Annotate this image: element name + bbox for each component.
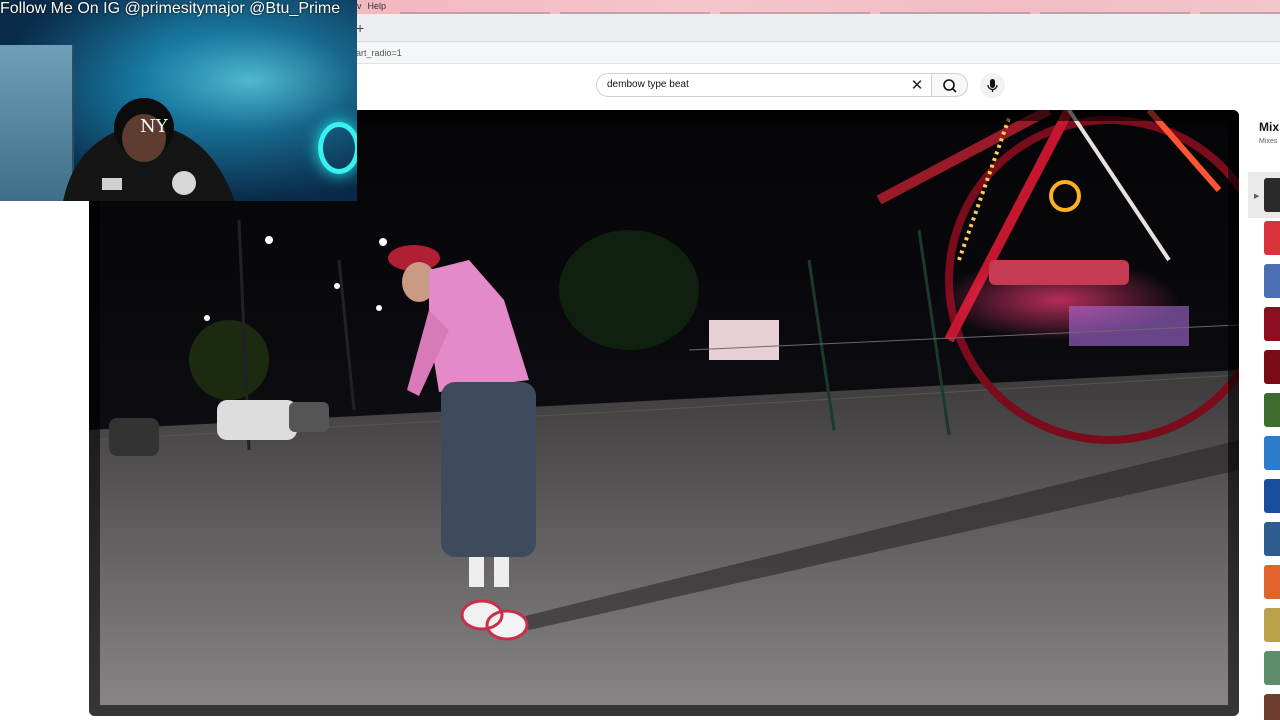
menu-item-view[interactable]: v bbox=[357, 1, 362, 11]
address-url[interactable]: art_radio=1 bbox=[356, 48, 402, 58]
screen: v Help + art_radio=1 dembow type beat ✕ bbox=[0, 0, 1280, 720]
playlist-thumbnail[interactable] bbox=[1264, 350, 1280, 384]
playlist-thumbnail[interactable] bbox=[1264, 479, 1280, 513]
playlist-thumbnail[interactable] bbox=[1264, 608, 1280, 642]
close-icon[interactable]: ✕ bbox=[909, 76, 925, 94]
plus-icon[interactable]: + bbox=[356, 20, 364, 36]
playlist-thumbnail[interactable] bbox=[1264, 221, 1280, 255]
playlist-thumbnail[interactable] bbox=[1264, 694, 1280, 720]
playlist-thumbnail[interactable] bbox=[1264, 264, 1280, 298]
microphone-icon bbox=[987, 79, 998, 92]
search-input[interactable]: dembow type beat ✕ bbox=[596, 73, 932, 97]
playlist-thumbnail[interactable] bbox=[1264, 307, 1280, 341]
menu-bar: v Help bbox=[357, 1, 386, 11]
mix-title: Mix bbox=[1259, 120, 1280, 134]
playlist-thumbnail[interactable] bbox=[1264, 651, 1280, 685]
stream-caption: Follow Me On IG @primesitymajor @Btu_Pri… bbox=[0, 0, 341, 17]
playlist-thumbnail[interactable] bbox=[1264, 565, 1280, 599]
play-indicator-icon: ▶ bbox=[1254, 193, 1260, 200]
playlist-thumbnail[interactable] bbox=[1264, 178, 1280, 212]
streamer-figure: NY bbox=[63, 98, 235, 201]
voice-search-button[interactable] bbox=[980, 73, 1005, 98]
search-query[interactable]: dembow type beat bbox=[607, 79, 689, 90]
playlist-thumbnail[interactable] bbox=[1264, 436, 1280, 470]
webcam-overlay: NY Follow Me On IG @primesitymajor @Btu_… bbox=[0, 0, 357, 201]
playlist-thumbnail[interactable] bbox=[1264, 393, 1280, 427]
search-icon bbox=[943, 79, 957, 93]
playlist-thumbnail[interactable] bbox=[1264, 522, 1280, 556]
ring-light bbox=[318, 122, 357, 174]
menu-item-help[interactable]: Help bbox=[368, 1, 387, 11]
mix-playlist-panel: Mix Mixes ▶ bbox=[1248, 110, 1280, 720]
mix-subtitle: Mixes bbox=[1259, 138, 1278, 145]
search-button[interactable] bbox=[932, 73, 968, 97]
svg-text:NY: NY bbox=[140, 116, 169, 137]
